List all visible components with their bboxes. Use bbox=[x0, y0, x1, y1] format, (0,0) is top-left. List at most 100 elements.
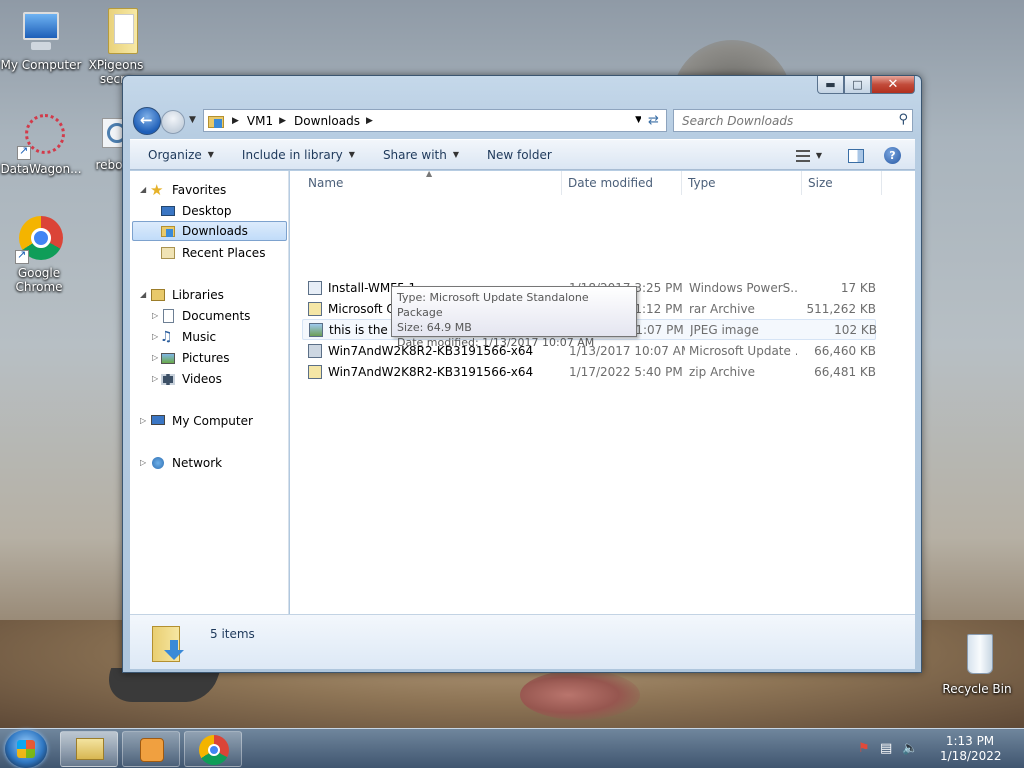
tooltip-date: Date modified: 1/13/2017 10:07 AM bbox=[397, 336, 595, 349]
arrow-left-icon: ← bbox=[140, 111, 153, 129]
powershell-file-icon bbox=[308, 280, 322, 295]
update-package-icon bbox=[308, 343, 322, 358]
share-with-menu[interactable]: Share with ▼ bbox=[365, 148, 469, 162]
expand-arrow-icon[interactable]: ▷ bbox=[140, 458, 146, 467]
folder-icon bbox=[76, 738, 104, 760]
folder-icon bbox=[92, 8, 140, 56]
chevron-down-icon: ▼ bbox=[348, 150, 355, 159]
file-size: 66,481 KB bbox=[814, 364, 876, 379]
desktop-icon-recycle-bin[interactable]: Recycle Bin bbox=[936, 632, 1018, 696]
computer-icon bbox=[17, 8, 65, 56]
clock[interactable]: 1:13 PM 1/18/2022 bbox=[940, 734, 1002, 764]
search-input[interactable] bbox=[682, 113, 882, 128]
organize-menu[interactable]: Organize ▼ bbox=[130, 148, 224, 162]
back-button[interactable]: ← bbox=[133, 107, 161, 135]
tree-item-documents[interactable]: Documents bbox=[160, 306, 250, 326]
recycle-bin-icon bbox=[953, 632, 1001, 680]
start-button[interactable] bbox=[5, 730, 47, 768]
network-icon bbox=[150, 456, 166, 470]
refresh-button[interactable]: ⇄ bbox=[641, 109, 667, 132]
desktop-icon-my-computer[interactable]: My Computer bbox=[0, 8, 82, 72]
item-count: 5 items bbox=[210, 627, 255, 641]
expand-arrow-icon[interactable]: ▷ bbox=[152, 311, 158, 320]
breadcrumb-separator-icon[interactable]: ▶ bbox=[279, 116, 286, 126]
tree-item-pictures[interactable]: Pictures bbox=[160, 348, 230, 368]
file-size: 511,262 KB bbox=[806, 301, 876, 316]
wallpaper-pigeon-foot bbox=[520, 670, 640, 720]
music-note-icon: ♫ bbox=[160, 329, 173, 345]
include-in-library-menu[interactable]: Include in library ▼ bbox=[224, 148, 365, 162]
taskbar-chrome[interactable] bbox=[184, 731, 242, 767]
preview-pane-icon[interactable] bbox=[848, 148, 864, 163]
action-center-flag-icon[interactable]: ⚑ bbox=[858, 741, 874, 757]
help-icon[interactable]: ? bbox=[884, 147, 901, 164]
media-player-icon bbox=[140, 738, 164, 762]
tree-item-label: Recent Places bbox=[182, 246, 266, 260]
search-box[interactable]: ⚲ bbox=[673, 109, 913, 132]
taskbar-media-player[interactable] bbox=[122, 731, 180, 767]
new-folder-button[interactable]: New folder bbox=[469, 148, 562, 162]
collapse-arrow-icon[interactable]: ◢ bbox=[140, 185, 146, 194]
caption-buttons: ▬ □ ✕ bbox=[817, 76, 915, 94]
breadcrumb-vm1[interactable]: VM1 bbox=[247, 114, 273, 128]
view-options-icon[interactable] bbox=[795, 149, 810, 162]
tree-item-recent-places[interactable]: Recent Places bbox=[160, 243, 265, 263]
tree-item-label: Pictures bbox=[182, 351, 230, 365]
column-header-label: Name bbox=[308, 176, 344, 190]
maximize-button[interactable]: □ bbox=[844, 76, 871, 94]
tree-item-label: My Computer bbox=[172, 414, 253, 428]
new-folder-label: New folder bbox=[487, 147, 552, 162]
sort-ascending-icon: ▲ bbox=[426, 169, 433, 178]
column-header-label: Date modified bbox=[568, 176, 654, 190]
downloads-folder-icon bbox=[152, 622, 186, 662]
tree-item-desktop[interactable]: Desktop bbox=[160, 201, 232, 221]
taskbar: ⚑ ▤ 🔈 1:13 PM 1/18/2022 bbox=[0, 728, 1024, 768]
tree-item-videos[interactable]: Videos bbox=[160, 369, 222, 389]
expand-arrow-icon[interactable]: ▷ bbox=[152, 374, 158, 383]
tree-item-music[interactable]: ♫ Music bbox=[160, 327, 216, 347]
search-icon[interactable]: ⚲ bbox=[898, 112, 908, 127]
desktop-icon-google-chrome[interactable]: Google Chrome bbox=[0, 216, 80, 294]
network-status-icon[interactable]: ▤ bbox=[880, 741, 896, 757]
chevron-down-icon[interactable]: ▼ bbox=[816, 151, 822, 160]
minimize-button[interactable]: ▬ bbox=[817, 76, 844, 94]
details-pane: 5 items bbox=[130, 614, 915, 669]
expand-arrow-icon[interactable]: ▷ bbox=[140, 416, 146, 425]
column-header-date-modified[interactable]: Date modified bbox=[562, 171, 682, 195]
desktop-icon-datawagon[interactable]: DataWagon... bbox=[0, 112, 82, 176]
command-bar: Organize ▼ Include in library ▼ Share with… bbox=[130, 139, 915, 170]
tree-item-label: Documents bbox=[182, 309, 251, 323]
breadcrumb-separator-icon[interactable]: ▶ bbox=[232, 116, 239, 126]
system-tray: ⚑ ▤ 🔈 1:13 PM 1/18/2022 bbox=[854, 729, 1024, 768]
tree-item-favorites[interactable]: ★ Favorites bbox=[150, 180, 226, 200]
close-button[interactable]: ✕ bbox=[871, 76, 915, 94]
tree-item-label: Favorites bbox=[172, 183, 227, 197]
chevron-down-icon: ▼ bbox=[452, 150, 459, 159]
taskbar-explorer[interactable] bbox=[60, 731, 118, 767]
tooltip-type: Type: Microsoft Update Standalone Packag… bbox=[397, 291, 589, 319]
tree-item-label: Desktop bbox=[182, 204, 232, 218]
file-date: 1/17/2022 5:40 PM bbox=[569, 364, 683, 379]
tree-item-label: Videos bbox=[182, 372, 222, 386]
documents-icon bbox=[160, 309, 176, 323]
recent-pages-dropdown[interactable]: ▼ bbox=[189, 115, 196, 125]
breadcrumb-separator-icon[interactable]: ▶ bbox=[366, 116, 373, 126]
tree-item-label: Libraries bbox=[172, 288, 224, 302]
collapse-arrow-icon[interactable]: ◢ bbox=[140, 290, 146, 299]
expand-arrow-icon[interactable]: ▷ bbox=[152, 353, 158, 362]
volume-icon[interactable]: 🔈 bbox=[902, 741, 918, 757]
forward-button[interactable] bbox=[161, 110, 185, 134]
file-row[interactable]: Win7AndW2K8R2-KB3191566-x64 1/17/2022 5:… bbox=[302, 361, 876, 382]
column-header-size[interactable]: Size bbox=[802, 171, 882, 195]
desktop-icon bbox=[160, 204, 176, 218]
tree-item-my-computer[interactable]: My Computer bbox=[150, 411, 253, 431]
datawagon-icon bbox=[17, 112, 65, 160]
breadcrumb-downloads[interactable]: Downloads bbox=[294, 114, 360, 128]
tree-item-network[interactable]: Network bbox=[150, 453, 222, 473]
tree-item-downloads[interactable]: Downloads bbox=[132, 221, 287, 241]
minimize-icon: ▬ bbox=[825, 78, 836, 91]
column-header-type[interactable]: Type bbox=[682, 171, 802, 195]
expand-arrow-icon[interactable]: ▷ bbox=[152, 332, 158, 341]
tree-item-libraries[interactable]: Libraries bbox=[150, 285, 224, 305]
address-bar[interactable]: ▶ VM1 ▶ Downloads ▶ ▼ bbox=[203, 109, 647, 132]
